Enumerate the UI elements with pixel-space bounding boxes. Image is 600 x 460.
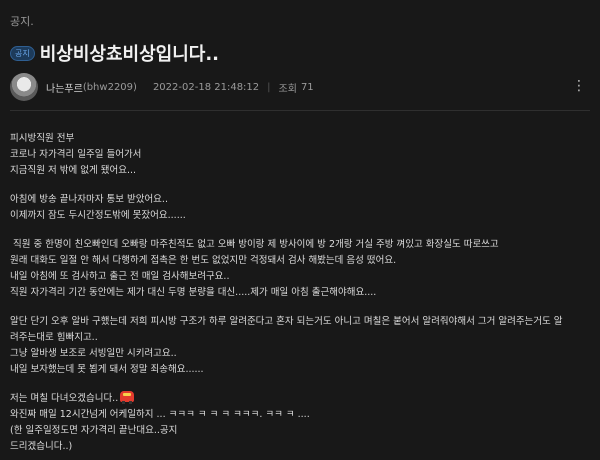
divider [10, 110, 590, 111]
meta-separator: | [267, 81, 271, 93]
post-body: 피시방직원 전부 코로나 자가격리 일주일 들어가서 지금직원 저 밖에 없게 … [10, 131, 594, 455]
post-meta: 나는푸르 (bhw2209) 2022-02-18 21:48:12 | 조회 … [10, 72, 590, 102]
body-line: 내일 보자했는데 못 뵙게 돼서 정말 죄송해요...... [10, 364, 204, 375]
body-line: 그냥 알바생 보조로 서빙일만 시키려고요.. [10, 348, 177, 359]
author-handle: (bhw2209) [82, 81, 137, 93]
body-line: 려주는대로 힘빠지고.. [10, 332, 98, 343]
body-line: 와진짜 매일 12시간넘게 어케일하지 ... ㅋㅋㅋ ㅋ ㅋ ㅋ ㅋㅋㅋ. ㅋ… [10, 409, 310, 420]
body-line-with-emoji: 저는 며칠 다녀오겠습니다.. [10, 391, 594, 407]
car-emoji-icon [120, 391, 135, 404]
views-count: 71 [300, 81, 314, 93]
post-date: 2022-02-18 21:48:12 [152, 81, 260, 93]
body-line: 아침에 방송 끝나자마자 통보 받았어요.. [10, 194, 168, 205]
body-line: 이제까지 잠도 두시간정도밖에 못잤어요...... [10, 210, 186, 221]
body-line: 피시방직원 전부 [10, 133, 75, 144]
author-name[interactable]: 나는푸르 [46, 80, 83, 95]
body-line-text: 저는 며칠 다녀오겠습니다.. [10, 393, 119, 404]
body-line: 알단 단기 오후 알바 구했는데 저희 피시방 구조가 하루 알려준다고 혼자 … [10, 316, 563, 327]
body-line: 원래 대화도 일절 안 해서 다행하게 접촉은 한 번도 없었지만 걱정돼서 검… [10, 255, 397, 266]
notice-badge: 공지 [10, 45, 35, 61]
board-category[interactable]: 공지. [10, 13, 34, 29]
views-label: 조회 [278, 83, 297, 95]
body-line: (한 일주일정도면 자가격리 끝난대요..공지 [10, 425, 178, 436]
post-title-row: 공지 비상비상쵸비상입니다.. [10, 40, 219, 66]
more-vert-icon[interactable]: ⋮ [572, 78, 586, 94]
body-line: 직원 중 한명이 친오빠인데 오빠랑 마주친적도 없고 오빠 방이랑 제 방사이… [10, 239, 499, 250]
post-title: 비상비상쵸비상입니다.. [39, 44, 220, 65]
body-line: 코로나 자가격리 일주일 들어가서 [10, 149, 142, 160]
body-line: 지금직원 저 밖에 없게 됐어요... [10, 165, 137, 176]
body-line: 드리겠습니다..) [10, 441, 73, 452]
body-line: 직원 자가격리 기간 동안에는 제가 대신 두명 분량을 대신.....제가 매… [10, 287, 377, 298]
avatar[interactable] [10, 73, 38, 101]
body-line: 내일 아침에 또 검사하고 출근 전 매일 검사해보려구요.. [10, 271, 230, 282]
